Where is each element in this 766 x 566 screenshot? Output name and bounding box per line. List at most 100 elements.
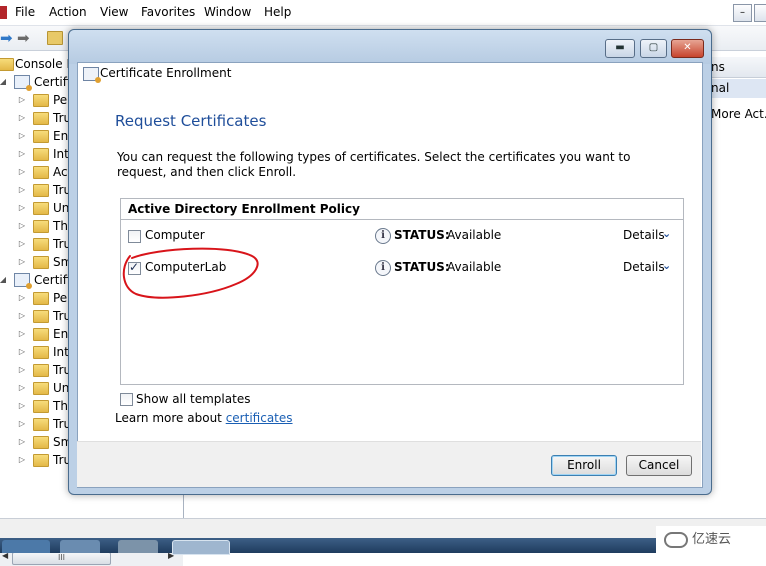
folder-icon	[33, 220, 49, 233]
folder-icon	[33, 256, 49, 269]
menu-view[interactable]: View	[100, 5, 128, 19]
expand-icon[interactable]: ▷	[17, 308, 27, 324]
mmc-restore-button[interactable]	[754, 4, 766, 22]
actions-header: ns	[711, 57, 766, 78]
show-all-templates-label[interactable]: Show all templates	[136, 392, 250, 406]
expand-icon[interactable]: ▷	[17, 200, 27, 216]
up-folder-icon[interactable]	[47, 31, 63, 45]
taskbar-explorer-icon[interactable]	[118, 540, 158, 553]
expand-icon[interactable]: ▷	[17, 236, 27, 252]
folder-icon	[33, 418, 49, 431]
taskbar	[0, 538, 766, 555]
folder-icon	[33, 148, 49, 161]
actions-subheader[interactable]: nal	[711, 79, 766, 98]
folder-icon	[33, 238, 49, 251]
chevron-down-icon[interactable]: ⌄	[662, 259, 671, 272]
expand-icon[interactable]: ▷	[17, 254, 27, 270]
scroll-thumb[interactable]: III	[12, 552, 111, 565]
expand-icon[interactable]: ▷	[17, 92, 27, 108]
folder-icon	[33, 400, 49, 413]
certificate-icon	[83, 67, 101, 83]
forward-arrow-icon[interactable]: ➡	[17, 29, 30, 47]
expand-icon[interactable]: ▷	[17, 110, 27, 126]
expand-icon[interactable]: ▷	[17, 290, 27, 306]
status-value: Available	[447, 228, 502, 242]
folder-icon	[33, 346, 49, 359]
start-button[interactable]	[2, 540, 50, 553]
status-label: STATUS:	[394, 260, 450, 274]
tree-label: Int	[53, 345, 69, 359]
expand-icon[interactable]: ▷	[17, 380, 27, 396]
policy-name: Active Directory Enrollment Policy	[128, 202, 360, 216]
minimize-button[interactable]: ▬	[605, 39, 635, 58]
certificate-store-icon	[14, 75, 32, 91]
folder-icon	[33, 382, 49, 395]
chevron-down-icon[interactable]: ⌄	[662, 227, 671, 240]
folder-icon	[33, 166, 49, 179]
expand-icon[interactable]: ▷	[17, 434, 27, 450]
expand-icon[interactable]: ▷	[17, 218, 27, 234]
dialog-footer: Enroll Cancel	[77, 441, 701, 487]
learn-more-prefix: Learn more about	[115, 411, 226, 425]
expand-icon[interactable]: ▷	[17, 326, 27, 342]
enroll-button[interactable]: Enroll	[551, 455, 617, 476]
watermark-logo-icon	[664, 531, 688, 548]
expand-icon[interactable]: ▷	[17, 452, 27, 468]
more-actions-link[interactable]: More Act...	[711, 107, 766, 121]
red-annotation-ellipse	[122, 247, 259, 299]
status-value: Available	[447, 260, 502, 274]
menu-file[interactable]: File	[15, 5, 35, 19]
folder-icon	[0, 58, 14, 71]
watermark-text: 亿速云	[692, 532, 732, 547]
tree-label: Un	[53, 201, 70, 215]
tree-label: Console R	[15, 57, 75, 71]
folder-icon	[33, 202, 49, 215]
menu-bar: File Action View Favorites Window Help –	[0, 0, 766, 26]
menu-help[interactable]: Help	[264, 5, 291, 19]
expand-icon[interactable]: ▷	[17, 416, 27, 432]
expand-icon[interactable]: ▷	[17, 398, 27, 414]
expand-icon[interactable]: ▷	[17, 146, 27, 162]
template-name: Computer	[145, 228, 205, 242]
menu-window[interactable]: Window	[204, 5, 251, 19]
expand-icon[interactable]: ▷	[17, 182, 27, 198]
close-button[interactable]: ✕	[671, 39, 704, 58]
app-icon	[0, 6, 7, 19]
watermark: 亿速云	[656, 526, 766, 553]
status-label: STATUS:	[394, 228, 450, 242]
expand-icon[interactable]: ▷	[17, 362, 27, 378]
details-link[interactable]: Details	[623, 228, 665, 242]
taskbar-ie-icon[interactable]	[60, 540, 100, 553]
learn-more-text: Learn more about certificates	[115, 411, 293, 425]
policy-header: Active Directory Enrollment Policy	[121, 199, 683, 220]
page-description: You can request the following types of c…	[117, 150, 631, 179]
mmc-minimize-button[interactable]: –	[733, 4, 752, 22]
expand-icon[interactable]: ▷	[17, 344, 27, 360]
folder-icon	[33, 310, 49, 323]
menu-favorites[interactable]: Favorites	[141, 5, 195, 19]
tree-label: Un	[53, 381, 70, 395]
template-checkbox-computer[interactable]	[128, 230, 141, 243]
actions-pane: ns nal More Act...	[711, 51, 766, 518]
folder-icon	[33, 436, 49, 449]
info-icon: i	[375, 228, 391, 244]
expand-icon[interactable]: ▷	[17, 128, 27, 144]
back-arrow-icon[interactable]: ➡	[0, 29, 13, 47]
folder-icon	[33, 292, 49, 305]
tree-label: Int	[53, 147, 69, 161]
show-all-templates-checkbox[interactable]	[120, 393, 133, 406]
collapse-icon[interactable]: ◢	[0, 272, 8, 288]
dialog-title: Certificate Enrollment	[100, 66, 232, 80]
collapse-icon[interactable]: ◢	[0, 74, 8, 90]
folder-icon	[33, 184, 49, 197]
expand-icon[interactable]: ▷	[17, 164, 27, 180]
maximize-button[interactable]: ▢	[640, 39, 667, 58]
cancel-button[interactable]: Cancel	[626, 455, 692, 476]
menu-action[interactable]: Action	[49, 5, 87, 19]
certificates-link[interactable]: certificates	[226, 411, 293, 425]
page-heading: Request Certificates	[115, 112, 267, 130]
certificate-store-icon	[14, 273, 32, 289]
folder-icon	[33, 328, 49, 341]
folder-icon	[33, 454, 49, 467]
details-link[interactable]: Details	[623, 260, 665, 274]
